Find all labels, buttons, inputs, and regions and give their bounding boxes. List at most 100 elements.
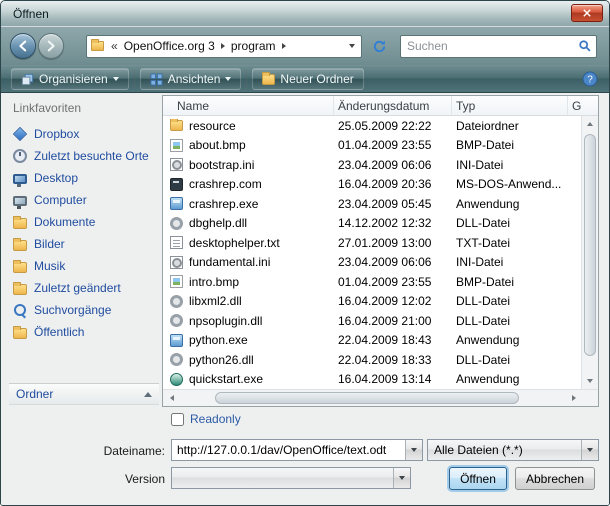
organize-icon: [21, 73, 34, 86]
views-icon: [150, 73, 163, 86]
filename-dropdown-icon[interactable]: [405, 440, 422, 460]
file-name-cell: quickstart.exe: [163, 372, 334, 386]
breadcrumb-item[interactable]: program: [228, 39, 279, 53]
file-list: Name Änderungsdatum Typ G resource25.05.…: [162, 95, 599, 407]
file-row[interactable]: python26.dll22.04.2009 18:33DLL-Datei: [163, 350, 581, 370]
file-type-cell: DLL-Datei: [452, 353, 568, 367]
organize-button[interactable]: Organisieren: [11, 68, 129, 90]
toolbar-separator: [134, 70, 135, 88]
filetype-select[interactable]: Alle Dateien (*.*): [427, 439, 599, 461]
dropbox-icon: [13, 127, 27, 141]
command-toolbar: Organisieren Ansichten Neuer Ordner ?: [1, 65, 609, 93]
scroll-right-icon[interactable]: [565, 390, 582, 406]
file-row[interactable]: fundamental.ini23.04.2009 06:06INI-Datei: [163, 253, 581, 273]
close-button[interactable]: [571, 4, 603, 22]
file-date-cell: 16.04.2009 21:00: [334, 314, 452, 328]
folder-icon: [13, 328, 27, 339]
horizontal-scroll-thumb[interactable]: [215, 392, 519, 404]
file-type-cell: BMP-Datei: [452, 275, 568, 289]
file-row[interactable]: libxml2.dll16.04.2009 12:02DLL-Datei: [163, 292, 581, 312]
msdos-icon: [170, 178, 183, 191]
filetype-dropdown-icon[interactable]: [581, 440, 598, 460]
open-button[interactable]: Öffnen: [449, 467, 507, 490]
breadcrumb-overflow-chevron[interactable]: «: [111, 39, 118, 53]
readonly-label[interactable]: Readonly: [190, 412, 241, 426]
breadcrumb-dropdown-icon[interactable]: [349, 44, 355, 48]
scroll-down-icon[interactable]: [582, 373, 598, 389]
column-header-size[interactable]: G: [568, 96, 581, 115]
file-row[interactable]: resource25.05.2009 22:22Dateiordner: [163, 116, 581, 136]
forward-button[interactable]: [38, 33, 64, 59]
scroll-left-icon[interactable]: [163, 390, 180, 406]
file-row[interactable]: crashrep.com16.04.2009 20:36MS-DOS-Anwen…: [163, 175, 581, 195]
version-select[interactable]: [171, 467, 411, 489]
file-row[interactable]: quickstart.exe16.04.2009 13:14Anwendung: [163, 370, 581, 390]
views-label: Ansichten: [168, 72, 221, 86]
filename-input[interactable]: [172, 443, 405, 457]
column-header-date[interactable]: Änderungsdatum: [334, 96, 452, 115]
file-type-cell: DLL-Datei: [452, 294, 568, 308]
file-date-cell: 23.04.2009 05:45: [334, 197, 452, 211]
file-row[interactable]: dbghelp.dll14.12.2002 12:32DLL-Datei: [163, 214, 581, 234]
file-name-cell: libxml2.dll: [163, 294, 334, 308]
search-box: [400, 35, 597, 58]
file-row[interactable]: desktophelper.txt27.01.2009 13:00TXT-Dat…: [163, 233, 581, 253]
chevron-up-icon: [144, 392, 152, 397]
open-dialog: Öffnen « OpenOffice.org 3 program: [0, 0, 610, 506]
folder-icon: [13, 240, 27, 251]
file-name-cell: crashrep.com: [163, 177, 334, 191]
sidebar-item-computer[interactable]: Computer: [9, 189, 159, 211]
sidebar-item-musik[interactable]: Musik: [9, 255, 159, 277]
help-button[interactable]: ?: [581, 70, 599, 88]
scroll-up-icon[interactable]: [582, 116, 598, 132]
sidebar-item-zuletzt-besuchte-orte[interactable]: Zuletzt besuchte Orte: [9, 145, 159, 167]
file-row[interactable]: intro.bmp01.04.2009 23:55BMP-Datei: [163, 272, 581, 292]
sidebar-item-dokumente[interactable]: Dokumente: [9, 211, 159, 233]
column-header-type[interactable]: Typ: [452, 96, 568, 115]
sidebar-item-zuletzt-geandert[interactable]: Zuletzt geändert: [9, 277, 159, 299]
cancel-button[interactable]: Abbrechen: [515, 467, 595, 490]
file-row[interactable]: about.bmp01.04.2009 23:55BMP-Datei: [163, 136, 581, 156]
refresh-button[interactable]: [366, 35, 392, 58]
sidebar-item-dropbox[interactable]: Dropbox: [9, 123, 159, 145]
file-date-cell: 01.04.2009 23:55: [334, 138, 452, 152]
folders-bar[interactable]: Ordner: [9, 383, 159, 405]
back-button[interactable]: [10, 33, 36, 59]
column-header-name[interactable]: Name: [163, 96, 334, 115]
recent-places-icon: [13, 149, 27, 163]
folder-icon: [13, 262, 27, 273]
sidebar-item-desktop[interactable]: Desktop: [9, 167, 159, 189]
file-type-cell: TXT-Datei: [452, 236, 568, 250]
breadcrumb-item[interactable]: OpenOffice.org 3: [121, 39, 218, 53]
search-input[interactable]: [401, 39, 574, 53]
vertical-scroll-thumb[interactable]: [584, 134, 596, 356]
file-date-cell: 14.12.2002 12:32: [334, 216, 452, 230]
help-icon: ?: [582, 71, 598, 87]
sidebar-item-offentlich[interactable]: Öffentlich: [9, 321, 159, 343]
app-icon: [170, 334, 183, 347]
sidebar-item-bilder[interactable]: Bilder: [9, 233, 159, 255]
version-dropdown-icon[interactable]: [393, 468, 410, 488]
file-date-cell: 01.04.2009 23:55: [334, 275, 452, 289]
file-row[interactable]: bootstrap.ini23.04.2009 06:06INI-Datei: [163, 155, 581, 175]
readonly-checkbox[interactable]: [171, 413, 184, 426]
vertical-scrollbar[interactable]: [581, 116, 598, 389]
views-button[interactable]: Ansichten: [140, 68, 242, 90]
sidebar-item-suchvorgange[interactable]: Suchvorgänge: [9, 299, 159, 321]
ini-icon: [170, 256, 183, 269]
file-row[interactable]: crashrep.exe23.04.2009 05:45Anwendung: [163, 194, 581, 214]
file-name-cell: dbghelp.dll: [163, 216, 334, 230]
new-folder-button[interactable]: Neuer Ordner: [252, 68, 363, 90]
new-folder-label: Neuer Ordner: [280, 72, 353, 86]
sidebar-item-label: Dropbox: [34, 127, 79, 141]
breadcrumb[interactable]: « OpenOffice.org 3 program: [86, 35, 362, 58]
titlebar[interactable]: Öffnen: [1, 1, 609, 27]
file-row[interactable]: python.exe22.04.2009 18:43Anwendung: [163, 331, 581, 351]
file-row[interactable]: npsoplugin.dll16.04.2009 21:00DLL-Datei: [163, 311, 581, 331]
breadcrumb-separator-icon[interactable]: [221, 43, 225, 49]
horizontal-scrollbar[interactable]: [163, 389, 582, 406]
chevron-down-icon: [225, 77, 231, 81]
search-icon[interactable]: [574, 39, 596, 53]
breadcrumb-separator-icon[interactable]: [282, 43, 286, 49]
file-type-cell: BMP-Datei: [452, 138, 568, 152]
